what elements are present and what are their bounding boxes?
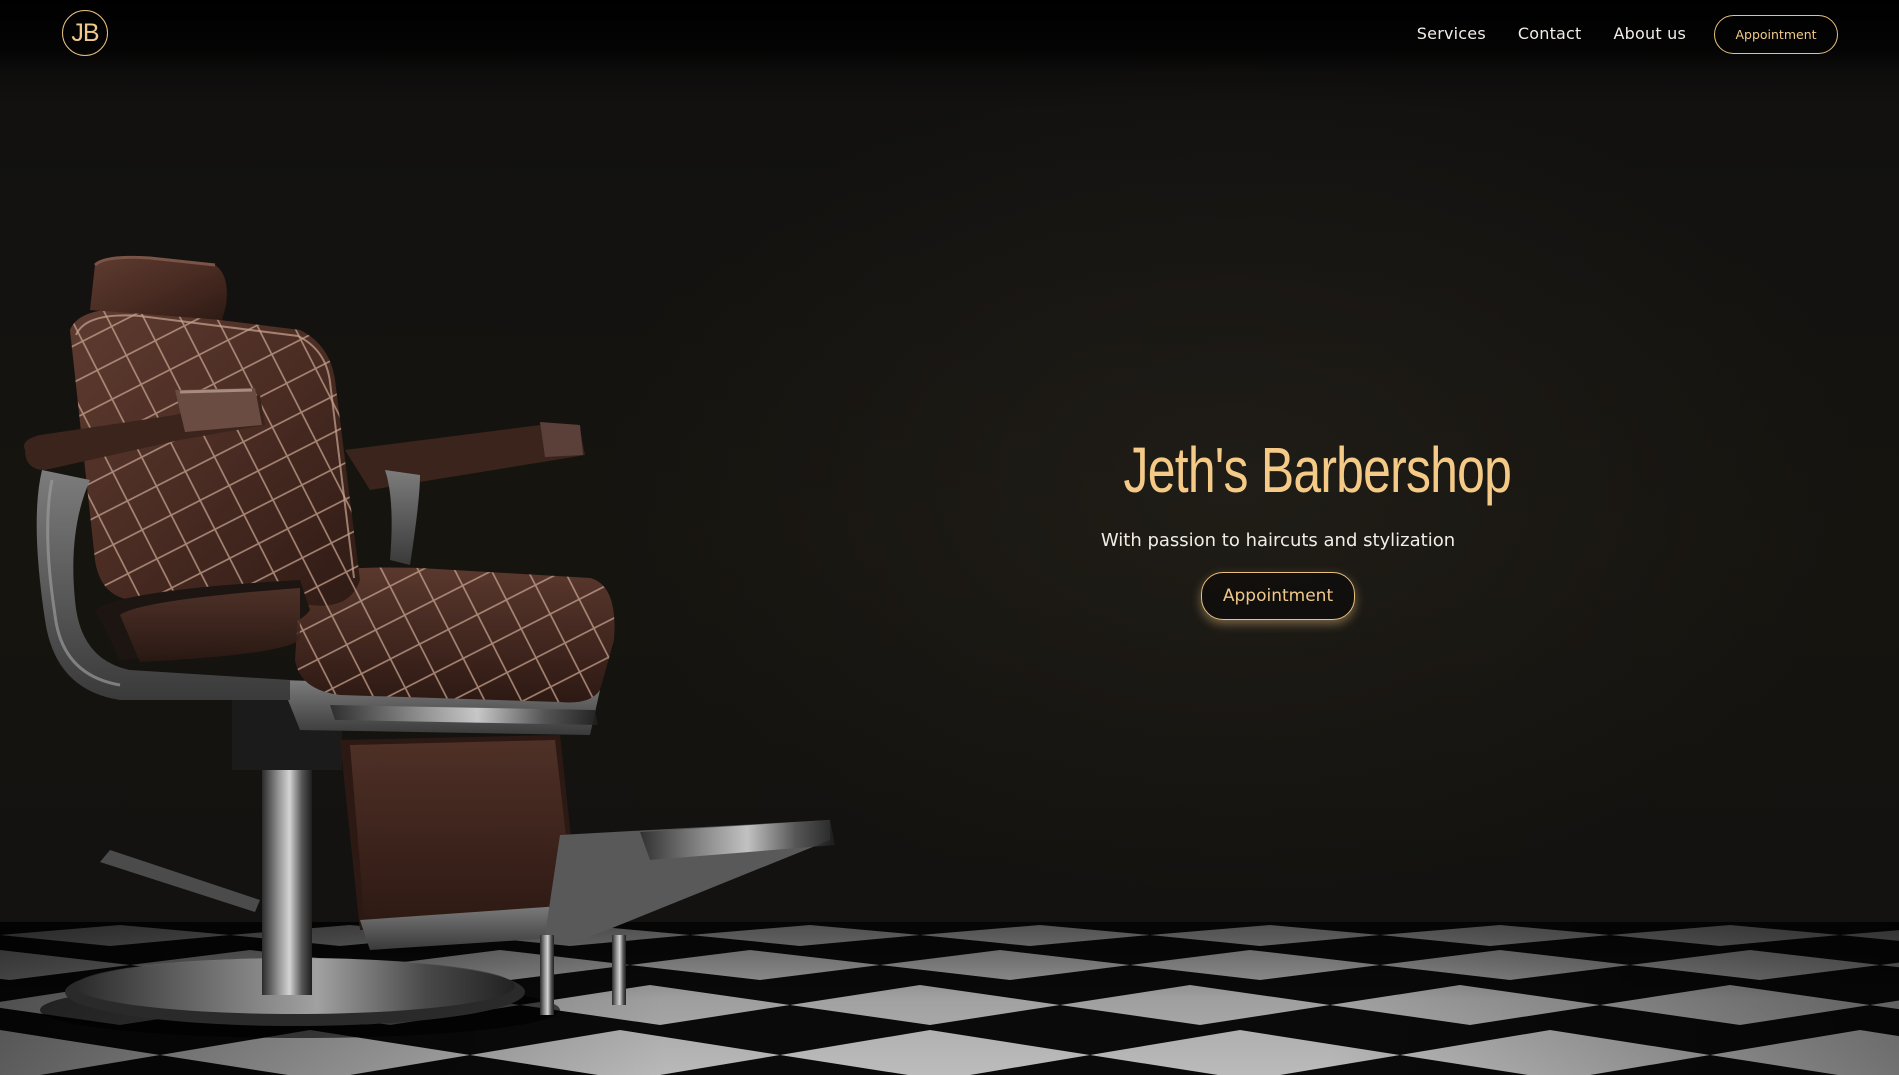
nav-links: Services Contact About us <box>1417 24 1686 43</box>
nav-appointment-button[interactable]: Appointment <box>1714 15 1838 54</box>
logo[interactable]: JB <box>62 10 108 56</box>
hero-subtitle: With passion to haircuts and stylization <box>1100 530 1456 551</box>
hero-title: Jeth's Barbershop <box>1123 434 1512 506</box>
hero-appointment-button[interactable]: Appointment <box>1201 572 1355 620</box>
nav-link-services[interactable]: Services <box>1417 24 1486 43</box>
nav-link-about-us[interactable]: About us <box>1614 24 1686 43</box>
hero-section: JB Services Contact About us Appointment… <box>0 0 1899 1075</box>
navbar: JB Services Contact About us Appointment <box>0 0 1899 72</box>
barber-chair-image <box>24 255 835 1038</box>
hero-content: Jeth's Barbershop With passion to haircu… <box>1080 434 1512 620</box>
nav-link-contact[interactable]: Contact <box>1518 24 1582 43</box>
